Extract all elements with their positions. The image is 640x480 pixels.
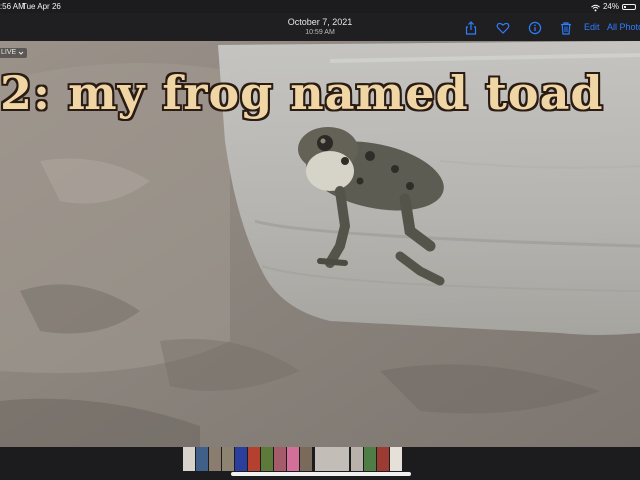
all-photos-button[interactable]: All Photos (607, 22, 640, 32)
nav-bar: October 7, 2021 10:59 AM Edit All Phot (0, 13, 640, 41)
status-indicators: 24% (591, 0, 636, 13)
thumbnail[interactable] (390, 447, 402, 471)
share-icon (465, 21, 477, 35)
thumbnail[interactable] (235, 447, 247, 471)
thumbnail-list (183, 447, 403, 471)
thumbnail-current[interactable] (315, 447, 349, 471)
photo-viewer-screen: 10:56 AM Tue Apr 26 24% October 7, 2021 … (0, 0, 640, 480)
thumbnail[interactable] (222, 447, 234, 471)
battery-icon (622, 3, 636, 10)
photo-time-subtitle: 10:59 AM (305, 29, 335, 36)
photo-view[interactable]: LIVE 2: my frog named toad (0, 41, 640, 447)
share-button[interactable] (463, 20, 479, 36)
thumbnail[interactable] (351, 447, 363, 471)
chevron-down-icon (18, 51, 24, 55)
photo-caption-overlay: 2: my frog named toad (0, 66, 604, 120)
photo-date-title: October 7, 2021 (287, 17, 353, 27)
edit-button[interactable]: Edit (584, 22, 600, 32)
thumbnail[interactable] (377, 447, 389, 471)
thumbnail[interactable] (300, 447, 312, 471)
thumbnail[interactable] (209, 447, 221, 471)
home-indicator[interactable] (231, 472, 411, 476)
thumbnail[interactable] (183, 447, 195, 471)
heart-icon (496, 22, 510, 34)
thumbnail[interactable] (364, 447, 376, 471)
wifi-icon (591, 3, 600, 11)
live-photo-badge[interactable]: LIVE (0, 48, 28, 58)
thumbnail[interactable] (248, 447, 260, 471)
thumbnail[interactable] (274, 447, 286, 471)
trash-icon (561, 22, 571, 35)
info-icon (528, 21, 542, 35)
info-button[interactable] (527, 20, 543, 36)
delete-button[interactable] (558, 20, 574, 36)
battery-percent: 24% (602, 2, 619, 11)
status-date: Tue Apr 26 (22, 2, 61, 11)
live-badge-label: LIVE (1, 49, 17, 56)
status-bar: 10:56 AM Tue Apr 26 24% (0, 0, 640, 13)
thumbnail[interactable] (261, 447, 273, 471)
thumbnail[interactable] (196, 447, 208, 471)
favorite-button[interactable] (495, 20, 511, 36)
thumbnail[interactable] (287, 447, 299, 471)
